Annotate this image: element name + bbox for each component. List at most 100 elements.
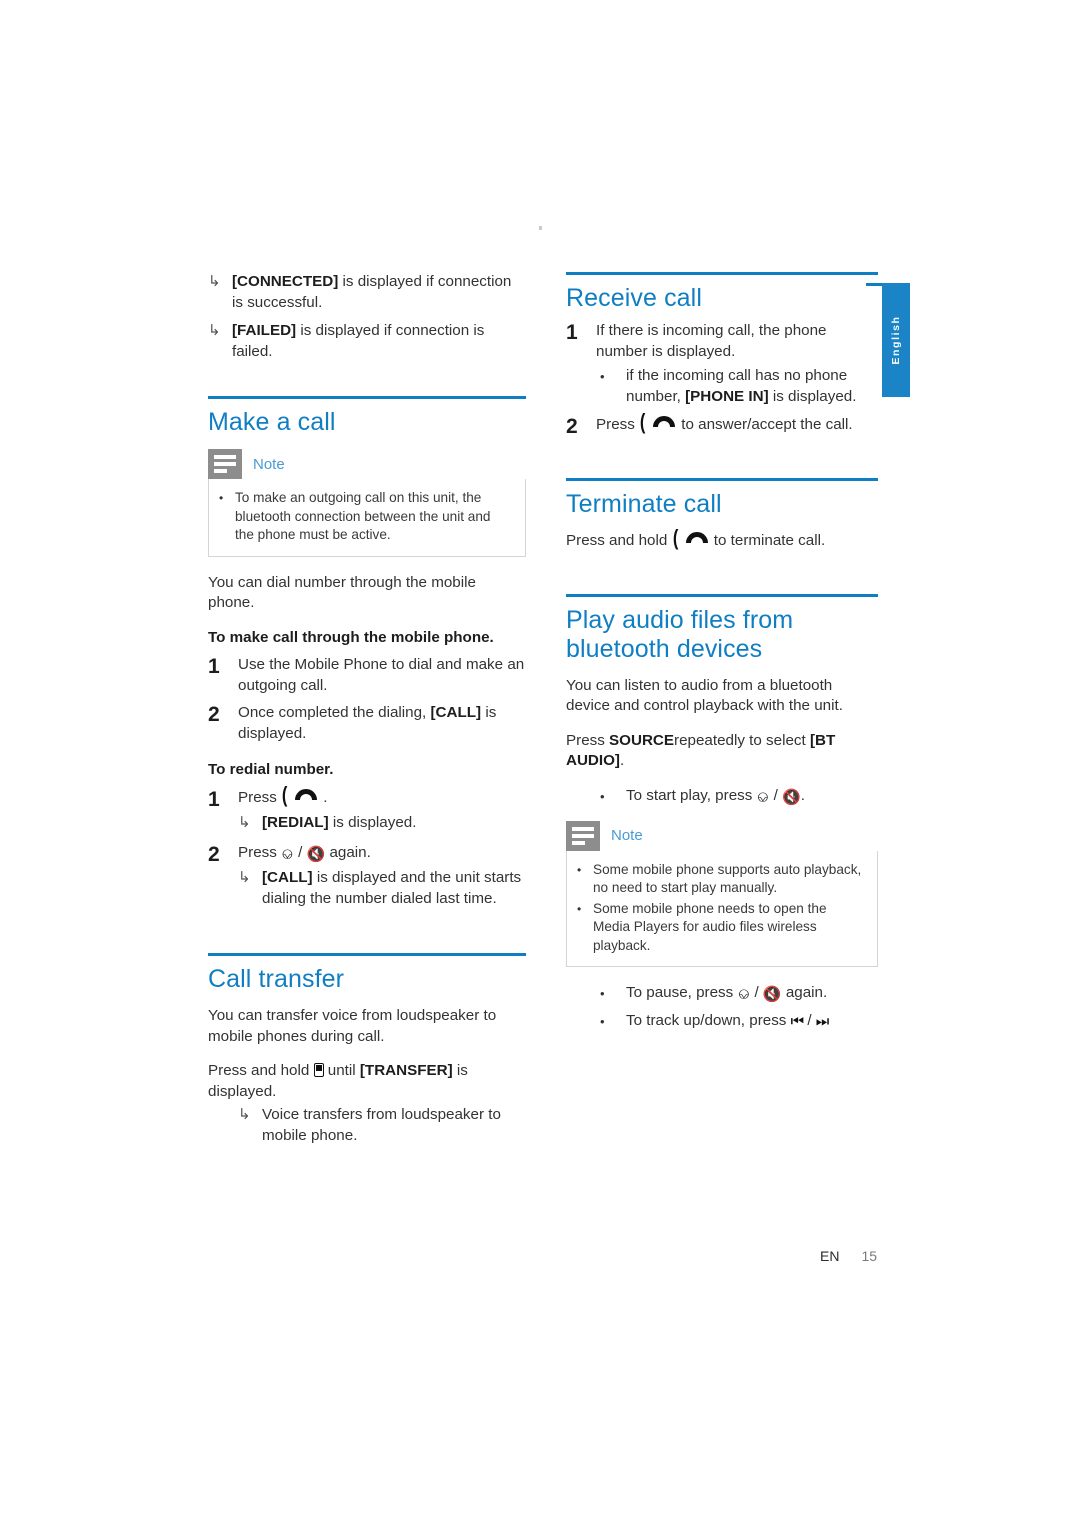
footer-page-number: 15	[861, 1248, 878, 1264]
manual-page: ↳ [CONNECTED] is displayed if connection…	[0, 0, 1080, 1528]
arrow-item-rest: is displayed.	[328, 813, 417, 831]
arrow-item-text: [CALL] is displayed and the unit starts …	[262, 868, 526, 909]
call-transfer-intro: You can transfer voice from loudspeaker …	[208, 1007, 497, 1045]
power-icon: ⎉	[281, 846, 294, 863]
section-rule	[566, 593, 878, 597]
note-list-item: • To make an outgoing call on this unit,…	[219, 489, 513, 545]
section-terminate-call: Terminate call Press and hold ( to termi…	[566, 478, 878, 552]
pause-sep: /	[750, 984, 763, 1001]
section-rule	[566, 272, 878, 275]
terminate-call-instruction: Press and hold ( to terminate call.	[566, 527, 878, 552]
step-text-separator: /	[293, 844, 307, 861]
step-number: 1	[208, 787, 220, 811]
source-mid: repeatedly to select	[674, 731, 810, 749]
arrow-item-text: [FAILED] is displayed if connection is f…	[232, 321, 526, 362]
power-icon: ⎉	[756, 788, 770, 806]
bracket-token: [CALL]	[430, 704, 482, 721]
bullet-item-track: • To track up/down, press ⏮ / ⏭	[596, 1011, 878, 1032]
bullet-text: To track up/down, press ⏮ / ⏭	[626, 1011, 878, 1032]
arrow-hook-icon: ↳	[238, 1106, 251, 1123]
arrow-item: ↳ [CALL] is displayed and the unit start…	[238, 868, 526, 909]
arrow-item-text: [REDIAL] is displayed.	[262, 813, 526, 834]
step-number: 2	[208, 843, 220, 866]
bullet-dot-icon: •	[577, 862, 582, 877]
language-tab-label: English	[890, 315, 902, 365]
step-text-pre: Once completed the dialing,	[238, 704, 431, 721]
note-list-item-text: Some mobile phone supports auto playback…	[593, 861, 862, 896]
subhead-make-call-through-phone: To make call through the mobile phone.	[208, 628, 494, 646]
section-rule	[208, 953, 526, 956]
bracket-token: [TRANSFER]	[359, 1062, 453, 1079]
play-audio-source-instruction: Press SOURCErepeatedly to select [BT AUD…	[566, 731, 878, 772]
arrow-hook-icon: ↳	[208, 322, 221, 339]
step-number: 1	[566, 321, 578, 344]
note-list-item-text: Some mobile phone needs to open the Medi…	[593, 900, 827, 953]
mute-icon: 🔇	[306, 846, 326, 863]
note-icon	[208, 449, 242, 479]
bracket-token: [PHONE IN]	[685, 387, 769, 405]
bullet-dot-icon: •	[600, 986, 605, 1001]
sub-bullet-item: • if the incoming call has no phone numb…	[596, 366, 878, 407]
mobile-phone-icon	[313, 1063, 324, 1077]
bullet-text: To start play, press ⎉ / 🔇.	[626, 786, 878, 807]
section-rule	[208, 396, 526, 399]
arrow-item: ↳ Voice transfers from loudspeaker to mo…	[238, 1105, 526, 1146]
step: 2 Once completed the dialing, [CALL] is …	[208, 703, 526, 744]
step-number: 2	[208, 703, 220, 726]
bullet-dot-icon: •	[600, 369, 605, 384]
right-column: Receive call 1 If there is incoming call…	[566, 272, 878, 1036]
mute-icon: 🔇	[762, 986, 782, 1003]
step-text-post: to answer/accept the call.	[677, 416, 853, 433]
instruction-pre: Press and hold	[566, 532, 672, 549]
step-number: 2	[566, 415, 578, 438]
make-a-call-intro: You can dial number through the mobile p…	[208, 573, 476, 612]
track-pre: To track up/down, press	[626, 1012, 791, 1029]
phone-call-icon: (	[281, 783, 319, 805]
step: 1 Press ( .	[208, 783, 526, 811]
step: 2 Press ⎉ / 🔇 again.	[208, 843, 526, 866]
step-text-pre: Press	[596, 416, 640, 433]
instruction-pre: Press and hold	[208, 1062, 314, 1079]
step-text-post: .	[319, 788, 328, 806]
section-make-a-call: Make a call Note • To make an outgoing c…	[208, 396, 526, 909]
note-body: • Some mobile phone supports auto playba…	[566, 850, 878, 967]
track-sep: /	[803, 1012, 816, 1029]
connection-status-list: ↳ [CONNECTED] is displayed if connection…	[208, 272, 526, 362]
sub-bullet-text: if the incoming call has no phone number…	[626, 366, 878, 407]
step-text: If there is incoming call, the phone num…	[596, 322, 827, 360]
note-icon	[566, 820, 600, 851]
note-list-item-text: To make an outgoing call on this unit, t…	[235, 490, 491, 542]
heading-receive-call: Receive call	[566, 284, 702, 312]
heading-make-a-call: Make a call	[208, 408, 336, 436]
bracket-token: [REDIAL]	[262, 813, 329, 831]
step: 1 Use the Mobile Phone to dial and make …	[208, 655, 526, 696]
bullet-dot-icon: •	[219, 491, 224, 505]
call-transfer-instruction: Press and hold until [TRANSFER] is displ…	[208, 1061, 526, 1102]
left-column: ↳ [CONNECTED] is displayed if connection…	[208, 272, 526, 1149]
source-button-token: SOURCE	[609, 731, 675, 749]
bullet-text: To pause, press ⎉ / 🔇 again.	[626, 983, 878, 1004]
heading-line-2: bluetooth devices	[566, 634, 763, 663]
phone-call-icon: (	[639, 411, 677, 433]
arrow-item: ↳ [FAILED] is displayed if connection is…	[208, 321, 526, 362]
instruction-post: to terminate call.	[709, 532, 826, 549]
note-list-item: • Some mobile phone needs to open the Me…	[577, 900, 865, 956]
bracket-token: [CONNECTED]	[232, 273, 339, 290]
heading-call-transfer: Call transfer	[208, 965, 345, 993]
phone-call-icon: (	[672, 527, 710, 549]
power-icon: ⎉	[737, 986, 751, 1003]
play-audio-intro: You can listen to audio from a bluetooth…	[566, 676, 843, 715]
source-post: .	[620, 752, 625, 769]
note-header: Note	[208, 449, 526, 479]
instruction-mid: until	[323, 1062, 360, 1079]
bullet-dot-icon: •	[577, 901, 582, 916]
step-text: Press ( to answer/accept the call.	[596, 411, 878, 438]
note-title: Note	[253, 455, 285, 473]
bracket-token: [FAILED]	[232, 322, 297, 339]
start-play-post: .	[800, 786, 805, 804]
bullet-item-pause: • To pause, press ⎉ / 🔇 again.	[596, 983, 878, 1004]
bracket-token: [CALL]	[262, 869, 313, 886]
subhead-to-redial-number: To redial number.	[208, 761, 334, 778]
arrow-item: ↳ [REDIAL] is displayed.	[238, 813, 526, 834]
step-text-post: again.	[325, 844, 371, 861]
